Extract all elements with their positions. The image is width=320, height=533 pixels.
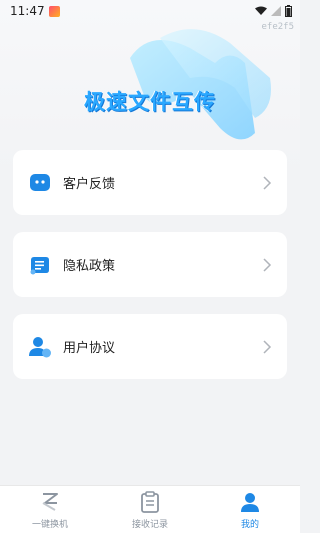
watermark-text: efe2f5 [261,22,294,32]
profile-icon [239,490,261,514]
chat-bubble-icon [27,170,53,196]
switch-phone-icon [39,490,61,514]
menu-item-label: 客户反馈 [63,177,116,192]
tab-label: 接收记录 [131,519,168,530]
menu-item-label: 用户协议 [63,341,116,356]
chevron-right-icon [263,339,272,354]
bottom-tab-bar: 一键换机 接收记录 我的 [0,485,300,533]
users-icon [27,334,53,360]
scroll-document-icon [27,252,53,278]
battery-icon [285,5,292,17]
app-title: 极速文件互传 [84,90,216,114]
chevron-right-icon [263,175,272,190]
app-notification-icon [48,5,60,17]
tab-switch-phone[interactable]: 一键换机 [0,490,100,530]
tab-mine[interactable]: 我的 [200,490,300,530]
clipboard-icon [140,490,160,514]
status-bar: 11:47 [0,0,300,22]
menu-item-feedback[interactable]: 客户反馈 [13,150,287,215]
signal-icon [271,6,281,16]
tab-label: 一键换机 [31,519,68,530]
chevron-right-icon [263,257,272,272]
menu-item-label: 隐私政策 [63,259,116,274]
wifi-icon [255,6,267,15]
menu-item-user-agreement[interactable]: 用户协议 [13,314,287,379]
tab-label: 我的 [240,519,259,530]
menu-item-privacy[interactable]: 隐私政策 [13,232,287,297]
tab-receive-records[interactable]: 接收记录 [100,490,200,530]
status-time: 11:47 [10,4,45,18]
